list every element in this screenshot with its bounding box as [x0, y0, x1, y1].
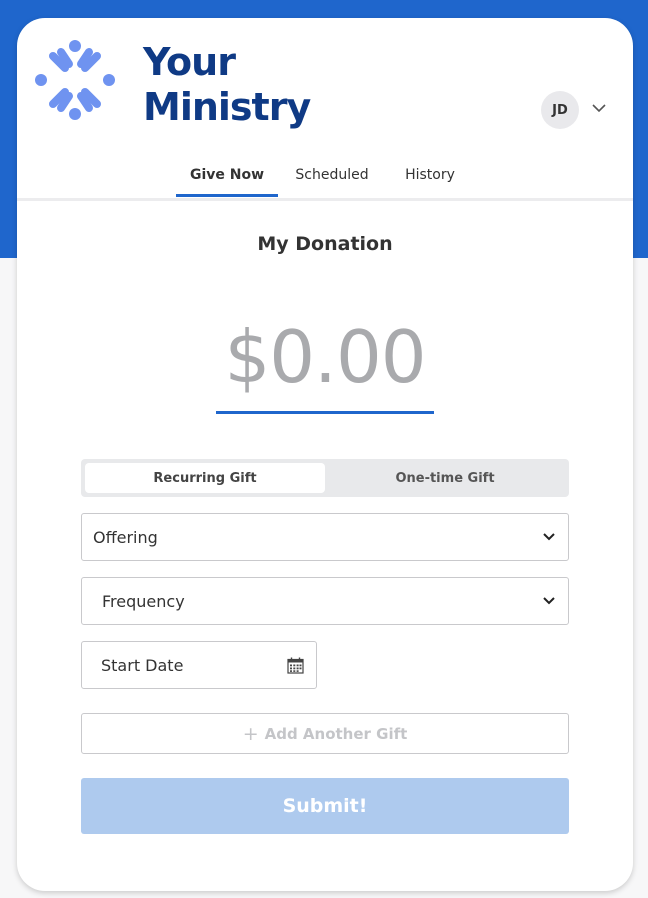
one-time-gift-option[interactable]: One-time Gift — [325, 463, 565, 493]
people-circle-icon — [35, 40, 115, 120]
fund-select[interactable]: Offering — [81, 513, 569, 561]
frequency-select[interactable]: Frequency — [81, 577, 569, 625]
start-date-placeholder: Start Date — [101, 655, 184, 675]
navigation-tabs: Give Now Scheduled History — [17, 152, 633, 200]
chevron-down-icon — [543, 533, 555, 541]
plus-icon: + — [242, 722, 259, 745]
ministry-logo[interactable]: Your Ministry — [33, 38, 323, 138]
logo-line-1: Your — [143, 40, 236, 84]
add-another-gift-label: Add Another Gift — [264, 724, 408, 743]
logo-line-2: Ministry — [143, 85, 311, 129]
start-date-input[interactable]: Start Date — [81, 641, 317, 689]
tab-give-now[interactable]: Give Now — [176, 152, 278, 197]
recurring-gift-option[interactable]: Recurring Gift — [85, 463, 325, 493]
chevron-down-icon[interactable] — [591, 101, 607, 115]
submit-button[interactable]: Submit! — [81, 778, 569, 834]
calendar-icon[interactable] — [287, 657, 304, 674]
active-tab-indicator — [176, 194, 278, 197]
page-title: My Donation — [257, 233, 393, 255]
user-avatar[interactable]: JD — [541, 91, 579, 129]
fund-select-value: Offering — [93, 527, 158, 547]
add-another-gift-button[interactable]: + Add Another Gift — [81, 713, 569, 754]
logo-wordmark: Your Ministry — [143, 40, 323, 130]
tab-scheduled[interactable]: Scheduled — [287, 152, 377, 197]
gift-type-toggle: Recurring Gift One-time Gift — [81, 459, 569, 497]
donation-card: Your Ministry JD Give Now Scheduled Hist… — [17, 18, 633, 891]
frequency-select-value: Frequency — [102, 591, 185, 611]
donation-amount-input[interactable]: $0.00 — [187, 314, 463, 400]
tabs-divider — [17, 198, 633, 201]
chevron-down-icon — [543, 597, 555, 605]
amount-underline — [216, 411, 434, 414]
tab-history[interactable]: History — [391, 152, 469, 197]
